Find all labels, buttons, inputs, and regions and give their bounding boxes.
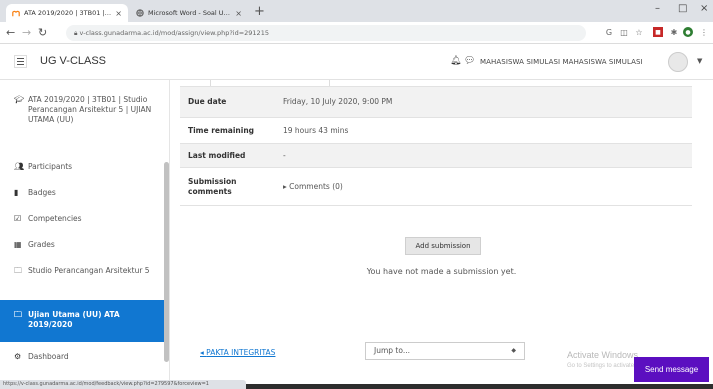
- back-arrow-icon[interactable]: ←: [6, 26, 15, 39]
- no-submission-message: You have not made a submission yet.: [366, 267, 517, 276]
- browser-toolbar: ← → ↻ 🔒︎ v-class.gunadarma.ac.id/mod/ass…: [0, 22, 713, 44]
- extension-icon[interactable]: ◫: [619, 27, 629, 37]
- table-row: Last modified -: [180, 144, 692, 168]
- jump-to-value: Jump to...: [374, 346, 410, 355]
- sidebar-item-label: Grades: [28, 240, 55, 249]
- jump-to-select[interactable]: Jump to... ◆: [365, 342, 525, 360]
- close-tab-icon[interactable]: ×: [115, 9, 122, 18]
- sidebar-item-label: Competencies: [28, 214, 82, 223]
- profile-icon[interactable]: ●: [683, 27, 693, 37]
- chevron-down-icon[interactable]: ▼: [697, 57, 702, 65]
- sidebar-item-label: Dashboard: [28, 352, 69, 361]
- time-remaining-label: Time remaining: [188, 126, 255, 135]
- submission-status-table: Due date Friday, 10 July 2020, 9:00 PM T…: [180, 86, 692, 206]
- checkbox-icon: ☑: [14, 214, 22, 223]
- notification-bell-icon[interactable]: 🔔︎: [450, 56, 461, 66]
- folder-icon: 🗀︎: [14, 266, 22, 275]
- extension-red-icon[interactable]: ■: [653, 27, 663, 37]
- tab-label: Microsoft Word - Soal UU ATA 20: [148, 9, 232, 17]
- site-brand[interactable]: UG V-CLASS: [40, 55, 106, 67]
- user-name[interactable]: MAHASISWA SIMULASI MAHASISWA SIMULASI: [480, 58, 643, 66]
- sidebar-item-label: Participants: [28, 162, 73, 171]
- hamburger-menu-icon[interactable]: [14, 55, 27, 68]
- address-bar[interactable]: 🔒︎ v-class.gunadarma.ac.id/mod/assign/vi…: [66, 25, 586, 41]
- dashboard-icon: ⚙︎: [14, 352, 22, 361]
- main-content: Due date Friday, 10 July 2020, 9:00 PM T…: [170, 80, 713, 381]
- bookmark-star-icon[interactable]: ☆: [634, 27, 644, 37]
- new-tab-button[interactable]: +: [254, 4, 265, 19]
- maximize-icon[interactable]: □: [678, 3, 687, 14]
- browser-tab-inactive[interactable]: Microsoft Word - Soal UU ATA 20 ×: [130, 4, 248, 22]
- close-tab-icon[interactable]: ×: [235, 9, 242, 18]
- last-modified-label: Last modified: [188, 151, 246, 160]
- folder-icon: 🗀︎: [14, 310, 22, 319]
- browser-status-url: https://v-class.gunadarma.ac.id/mod/feed…: [0, 380, 246, 389]
- send-message-button[interactable]: Send message: [634, 357, 709, 382]
- sidebar-item-section-ujian[interactable]: 🗀︎ Ujian Utama (UU) ATA 2019/2020: [0, 300, 166, 342]
- sidebar-item-participants[interactable]: 👥︎ Participants: [0, 162, 166, 172]
- badge-icon: ▮: [14, 188, 19, 197]
- submission-comments-label: Submission comments: [188, 177, 237, 196]
- sidebar-item-label: Ujian Utama (UU) ATA 2019/2020: [28, 310, 120, 329]
- users-icon: 👥︎: [14, 162, 25, 171]
- chevron-down-icon: ◆: [511, 347, 516, 354]
- last-modified-value: -: [283, 151, 286, 160]
- taskbar-edge: [246, 384, 713, 389]
- minimize-icon[interactable]: –: [655, 3, 660, 14]
- sidebar-item-badges[interactable]: ▮ Badges: [0, 188, 166, 198]
- messages-icon[interactable]: 💬︎: [464, 56, 475, 66]
- sidebar-item-label: Badges: [28, 188, 56, 197]
- sidebar-item-label: ATA 2019/2020 | 3TB01 | Studio Perancang…: [28, 95, 152, 124]
- sidebar-item-section-studio[interactable]: 🗀︎ Studio Perancangan Arsitektur 5: [0, 266, 166, 276]
- browser-menu-icon[interactable]: ⋮: [699, 27, 709, 37]
- table-row: Time remaining 19 hours 43 mins: [180, 118, 692, 144]
- tab-label: ATA 2019/2020 | 3TB01 | Studio: [24, 9, 112, 17]
- sidebar-item-label: Studio Perancangan Arsitektur 5: [28, 266, 150, 275]
- comments-link-text: Comments (0): [289, 182, 343, 191]
- graduation-cap-icon: 🎓︎: [14, 95, 25, 104]
- nav-drawer: 🎓︎ ATA 2019/2020 | 3TB01 | Studio Peranc…: [0, 80, 170, 381]
- sidebar-item-competencies[interactable]: ☑ Competencies: [0, 214, 166, 224]
- sidebar-scrollbar[interactable]: [164, 162, 169, 362]
- sidebar-item-course[interactable]: 🎓︎ ATA 2019/2020 | 3TB01 | Studio Peranc…: [0, 95, 166, 125]
- sidebar-item-grades[interactable]: ▦ Grades: [0, 240, 166, 250]
- close-window-icon[interactable]: ×: [700, 3, 708, 14]
- puzzle-icon[interactable]: ✱: [669, 27, 679, 37]
- comments-link[interactable]: ▸ Comments (0): [283, 182, 343, 192]
- previous-activity-link[interactable]: ◂ PAKTA INTEGRITAS: [200, 348, 275, 357]
- due-date-label: Due date: [188, 97, 227, 106]
- moodle-favicon-icon: [12, 10, 20, 17]
- site-navbar: UG V-CLASS 🔔︎ 💬︎ MAHASISWA SIMULASI MAHA…: [0, 44, 713, 80]
- forward-arrow-icon[interactable]: →: [22, 26, 31, 39]
- previous-activity-text: PAKTA INTEGRITAS: [206, 348, 276, 357]
- due-date-value: Friday, 10 July 2020, 9:00 PM: [283, 97, 393, 106]
- user-avatar[interactable]: [668, 52, 688, 72]
- time-remaining-value: 19 hours 43 mins: [283, 126, 349, 135]
- table-row: Due date Friday, 10 July 2020, 9:00 PM: [180, 87, 692, 118]
- add-submission-button[interactable]: Add submission: [405, 237, 481, 255]
- browser-favicon-icon: [136, 9, 144, 17]
- sidebar-item-dashboard[interactable]: ⚙︎ Dashboard: [0, 352, 166, 362]
- reload-icon[interactable]: ↻: [38, 26, 47, 39]
- browser-tab-active[interactable]: ATA 2019/2020 | 3TB01 | Studio ×: [6, 4, 128, 22]
- table-icon: ▦: [14, 240, 22, 249]
- table-row: Submission comments ▸ Comments (0): [180, 168, 692, 206]
- translate-icon[interactable]: G: [604, 27, 614, 37]
- browser-tab-bar: ATA 2019/2020 | 3TB01 | Studio × Microso…: [0, 0, 713, 22]
- windows-activation-title: Activate Windows: [567, 350, 639, 360]
- url-text: v-class.gunadarma.ac.id/mod/assign/view.…: [79, 29, 269, 37]
